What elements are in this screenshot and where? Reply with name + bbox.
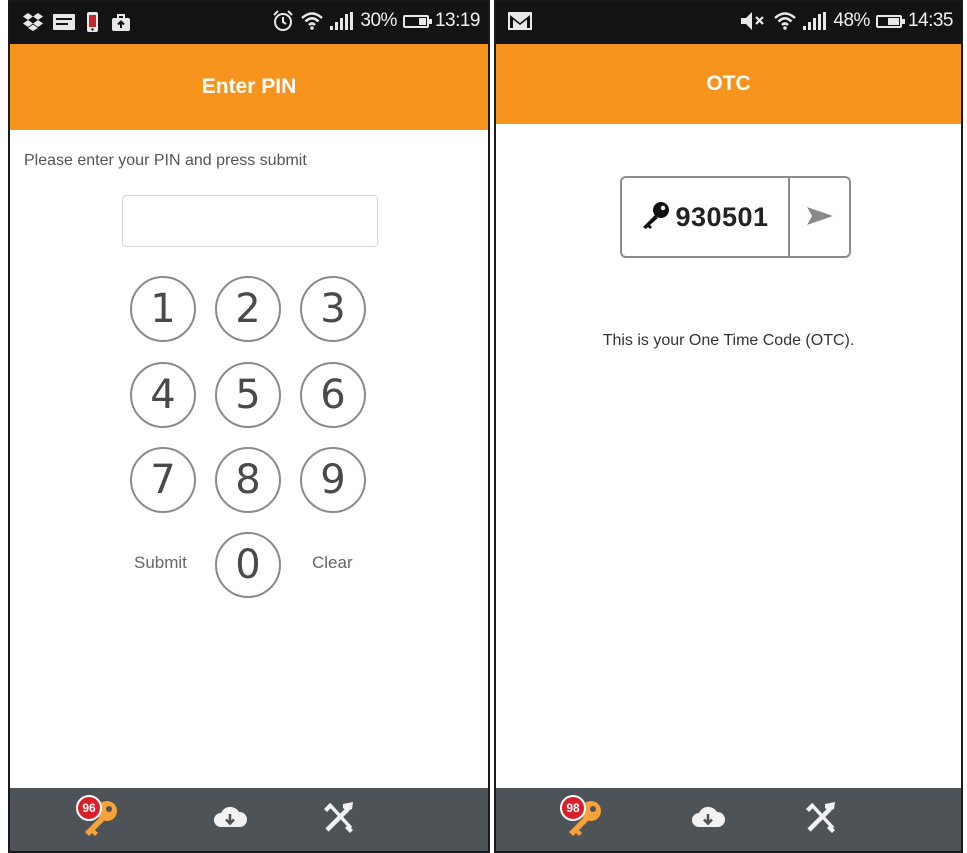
keypad-key-8[interactable]: 8 bbox=[215, 447, 281, 513]
battery-percent: 30% bbox=[360, 10, 397, 31]
keypad-key-6[interactable]: 6 bbox=[300, 362, 366, 428]
keypad-key-3[interactable]: 3 bbox=[300, 276, 366, 342]
pin-instruction: Please enter your PIN and press submit bbox=[24, 152, 307, 169]
signal-icon bbox=[803, 12, 827, 30]
keypad-key-9[interactable]: 9 bbox=[300, 447, 366, 513]
alarm-icon bbox=[272, 10, 294, 32]
tab-keys[interactable]: 96 bbox=[70, 788, 130, 851]
tab-keys[interactable]: 98 bbox=[554, 788, 614, 851]
keypad-key-0[interactable]: 0 bbox=[215, 532, 281, 598]
tab-download[interactable] bbox=[200, 788, 260, 851]
status-bar: 48% 14:35 bbox=[496, 2, 961, 44]
battery-icon bbox=[875, 14, 905, 28]
notification-badge: 98 bbox=[560, 795, 586, 821]
tab-tools[interactable] bbox=[792, 788, 852, 851]
message-icon bbox=[53, 14, 75, 30]
screenshot-canvas: 30% 13:19 Enter PIN Please enter your PI… bbox=[0, 0, 967, 853]
otc-screen: 48% 14:35 OTC 930501 This is your One Ti… bbox=[494, 0, 963, 853]
key-icon bbox=[641, 201, 671, 234]
enter-pin-screen: 30% 13:19 Enter PIN Please enter your PI… bbox=[8, 0, 490, 853]
page-title: OTC bbox=[496, 44, 961, 124]
gmail-icon bbox=[508, 12, 532, 30]
status-bar: 30% 13:19 bbox=[10, 2, 488, 44]
battery-percent: 48% bbox=[833, 10, 870, 31]
notification-badge: 96 bbox=[76, 795, 102, 821]
pin-input[interactable] bbox=[122, 195, 378, 247]
arrow-right-icon bbox=[805, 205, 835, 230]
keypad-key-2[interactable]: 2 bbox=[215, 276, 281, 342]
keypad-key-5[interactable]: 5 bbox=[215, 362, 281, 428]
phone-battery-icon bbox=[84, 12, 102, 32]
tools-icon bbox=[803, 800, 841, 839]
bottom-nav: 98 bbox=[496, 788, 961, 851]
signal-icon bbox=[330, 12, 354, 30]
upload-bag-icon bbox=[111, 12, 131, 32]
otc-code: 930501 bbox=[675, 201, 769, 232]
battery-icon bbox=[402, 14, 432, 28]
wifi-icon bbox=[300, 10, 324, 32]
mute-icon bbox=[741, 11, 767, 31]
tab-download[interactable] bbox=[678, 788, 738, 851]
keypad-key-4[interactable]: 4 bbox=[130, 362, 196, 428]
cloud-download-icon bbox=[690, 803, 726, 836]
otc-code-box: 930501 bbox=[620, 176, 851, 258]
bottom-nav: 96 bbox=[10, 788, 488, 851]
otc-caption: This is your One Time Code (OTC). bbox=[602, 332, 855, 349]
submit-button[interactable]: Submit bbox=[134, 553, 187, 573]
status-time: 14:35 bbox=[907, 10, 954, 31]
page-title: Enter PIN bbox=[10, 44, 488, 130]
wifi-icon bbox=[773, 10, 797, 32]
clear-button[interactable]: Clear bbox=[312, 553, 353, 573]
tools-icon bbox=[321, 800, 359, 839]
keypad-key-1[interactable]: 1 bbox=[130, 276, 196, 342]
cloud-download-icon bbox=[212, 803, 248, 836]
dropbox-icon bbox=[22, 13, 44, 31]
status-time: 13:19 bbox=[434, 10, 481, 31]
keypad-key-7[interactable]: 7 bbox=[130, 447, 196, 513]
send-otc-button[interactable] bbox=[790, 178, 849, 256]
tab-tools[interactable] bbox=[310, 788, 370, 851]
otc-code-area: 930501 bbox=[622, 178, 788, 256]
